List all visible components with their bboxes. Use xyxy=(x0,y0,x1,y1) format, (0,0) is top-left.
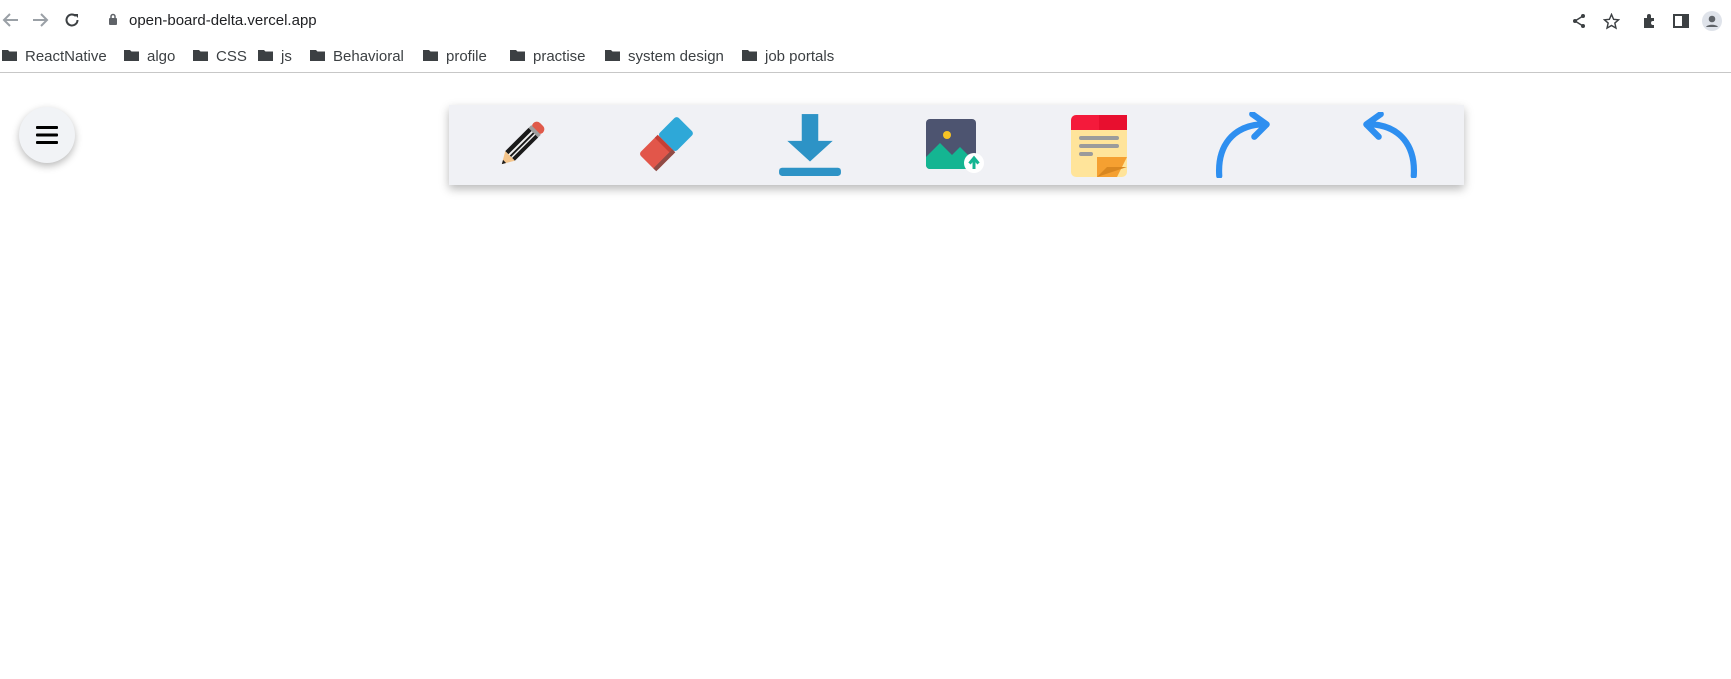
undo-tool-button[interactable] xyxy=(1353,109,1425,181)
profile-avatar-icon xyxy=(1702,11,1722,31)
bookmark-folder[interactable]: practise xyxy=(510,45,586,67)
sticky-note-tool-button[interactable] xyxy=(1063,109,1135,181)
arrow-right-icon xyxy=(33,13,49,27)
hamburger-menu-button[interactable] xyxy=(19,107,75,163)
hamburger-icon xyxy=(36,126,58,144)
star-icon xyxy=(1602,12,1620,30)
reload-button[interactable] xyxy=(61,9,83,31)
folder-icon xyxy=(423,48,438,65)
pencil-tool-button[interactable] xyxy=(485,109,557,181)
browser-toolbar: open-board-delta.vercel.app xyxy=(0,0,1731,40)
bookmarks-bar: ReactNative algo CSS js Behavioral profi… xyxy=(0,40,1731,73)
lock-icon xyxy=(108,13,118,31)
redo-icon xyxy=(1216,112,1270,178)
bookmark-folder[interactable]: algo xyxy=(124,45,175,67)
undo-icon xyxy=(1363,112,1417,178)
download-tool-button[interactable] xyxy=(774,109,846,181)
folder-icon xyxy=(193,48,208,65)
bookmark-label: job portals xyxy=(765,47,835,65)
side-panel-button[interactable] xyxy=(1670,10,1692,32)
download-icon xyxy=(779,114,841,176)
folder-icon xyxy=(310,48,325,65)
side-panel-icon xyxy=(1673,14,1689,28)
bookmark-label: ReactNative xyxy=(25,47,107,65)
sticky-note-icon xyxy=(1071,115,1127,177)
folder-icon xyxy=(2,48,17,65)
profile-button[interactable] xyxy=(1701,10,1723,32)
forward-button[interactable] xyxy=(29,9,51,31)
folder-icon xyxy=(510,48,525,65)
pencil-icon xyxy=(501,121,545,165)
bookmark-folder[interactable]: profile xyxy=(423,45,487,67)
eraser-icon xyxy=(640,117,693,172)
image-upload-icon xyxy=(926,119,984,173)
arrow-left-icon xyxy=(2,13,18,27)
bookmark-folder[interactable]: system design xyxy=(605,45,724,67)
url-text[interactable]: open-board-delta.vercel.app xyxy=(129,12,317,29)
address-bar[interactable] xyxy=(100,6,1650,34)
folder-icon xyxy=(605,48,620,65)
bookmark-label: system design xyxy=(628,47,724,65)
bookmark-label: Behavioral xyxy=(333,47,404,65)
share-icon xyxy=(1573,14,1585,28)
tools-toolbar xyxy=(449,105,1464,185)
eraser-tool-button[interactable] xyxy=(629,109,701,181)
reload-icon xyxy=(65,13,79,27)
folder-icon xyxy=(258,48,273,65)
bookmark-folder[interactable]: ReactNative xyxy=(2,45,107,67)
bookmark-label: practise xyxy=(533,47,586,65)
bookmark-folder[interactable]: CSS xyxy=(193,45,247,67)
share-button[interactable] xyxy=(1568,10,1590,32)
bookmark-folder[interactable]: job portals xyxy=(742,45,834,67)
bookmark-folder[interactable]: Behavioral xyxy=(310,45,404,67)
image-upload-tool-button[interactable] xyxy=(918,109,990,181)
puzzle-icon xyxy=(1644,14,1654,28)
bookmark-label: js xyxy=(281,47,292,65)
extensions-button[interactable] xyxy=(1639,10,1661,32)
folder-icon xyxy=(742,48,757,65)
folder-icon xyxy=(124,48,139,65)
redo-tool-button[interactable] xyxy=(1208,109,1280,181)
bookmark-star-button[interactable] xyxy=(1600,10,1622,32)
bookmark-label: algo xyxy=(147,47,176,65)
bookmark-folder[interactable]: js xyxy=(258,45,292,67)
bookmark-label: CSS xyxy=(216,47,247,65)
bookmark-label: profile xyxy=(446,47,487,65)
back-button[interactable] xyxy=(0,9,22,31)
